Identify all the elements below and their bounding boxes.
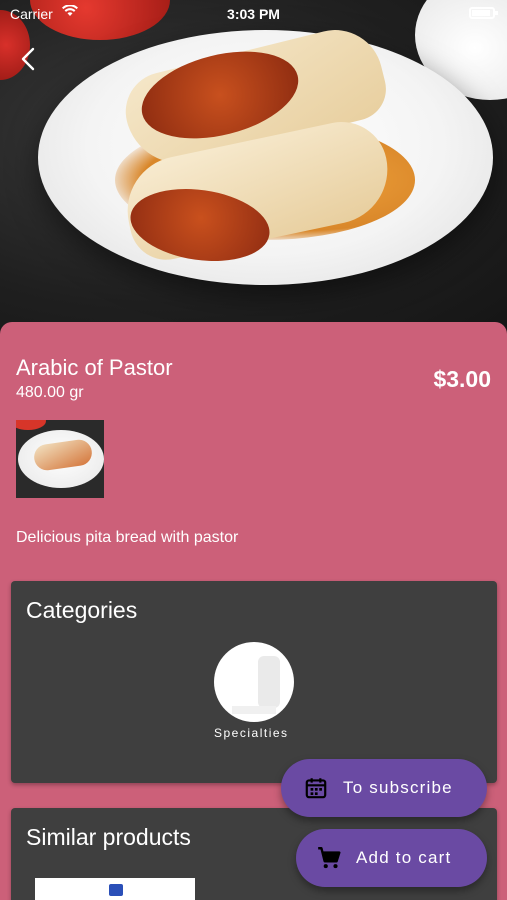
subscribe-label: To subscribe — [343, 778, 453, 797]
product-price: $3.00 — [433, 366, 491, 392]
category-item-specialties[interactable]: Specialties — [214, 642, 294, 740]
product-weight: 480.00 gr — [16, 384, 84, 401]
calendar-icon — [303, 775, 329, 801]
similar-product-thumbnail[interactable] — [35, 878, 195, 900]
product-description: Delicious pita bread with pastor — [16, 529, 239, 546]
categories-card: Categories Specialties — [11, 581, 497, 783]
tomato-decoration — [16, 420, 46, 430]
add-to-cart-label: Add to cart — [356, 848, 452, 867]
status-bar: Carrier 3:03 PM — [0, 0, 507, 28]
category-image-shape — [258, 656, 280, 708]
add-to-cart-button[interactable]: Add to cart — [296, 829, 487, 887]
categories-title: Categories — [26, 597, 138, 623]
category-image-shape — [232, 706, 276, 714]
shopping-cart-icon — [316, 845, 342, 871]
product-gallery-thumbnail[interactable] — [16, 420, 104, 498]
category-image — [214, 642, 294, 722]
back-button[interactable] — [14, 44, 44, 74]
product-hero-image — [0, 0, 507, 335]
subscribe-button[interactable]: To subscribe — [281, 759, 487, 817]
similar-products-title: Similar products — [26, 824, 191, 850]
chevron-left-icon — [14, 47, 44, 78]
category-label: Specialties — [214, 726, 289, 740]
bottle-image — [109, 884, 123, 896]
product-name: Arabic of Pastor — [16, 355, 173, 380]
clock: 3:03 PM — [227, 6, 280, 22]
battery-icon — [469, 7, 498, 19]
